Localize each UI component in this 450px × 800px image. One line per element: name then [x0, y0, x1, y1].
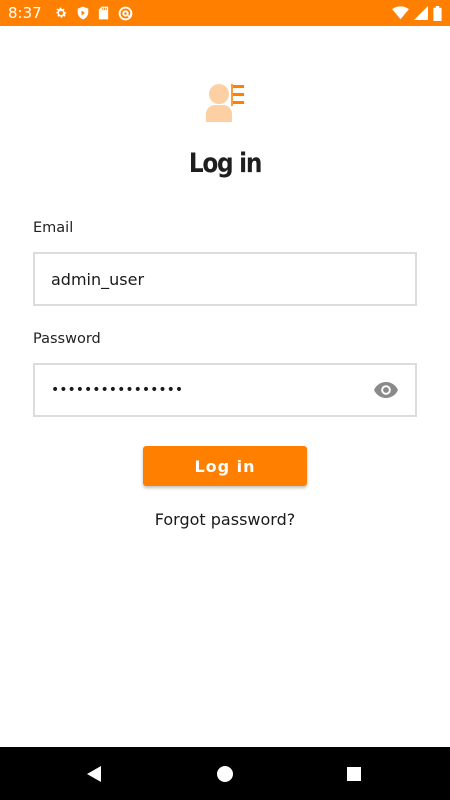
shield-icon: [77, 6, 89, 20]
login-button[interactable]: Log in: [143, 446, 307, 486]
user-list-logo-icon: [204, 82, 246, 122]
status-notification-icons: [54, 6, 133, 21]
forgot-password-link[interactable]: Forgot password?: [0, 510, 450, 529]
at-sign-icon: [118, 6, 133, 21]
email-input[interactable]: admin_user: [51, 270, 399, 289]
battery-icon: [433, 5, 442, 21]
settings-icon: [54, 6, 68, 20]
email-label: Email: [33, 220, 74, 236]
page-title: Log in: [188, 148, 263, 179]
sd-card-icon: [98, 6, 109, 20]
password-label: Password: [33, 331, 101, 347]
password-field[interactable]: ••••••••••••••••: [33, 363, 417, 417]
email-field[interactable]: admin_user: [33, 252, 417, 306]
recents-icon[interactable]: [324, 747, 384, 800]
status-time: 8:37: [8, 4, 42, 22]
signal-icon: [414, 6, 428, 20]
status-system-icons: [392, 5, 442, 21]
navigation-bar: [0, 747, 450, 800]
home-icon[interactable]: [195, 747, 255, 800]
eye-icon[interactable]: [373, 377, 399, 403]
password-input[interactable]: ••••••••••••••••: [51, 382, 373, 398]
login-screen: Log in Email admin_user Password •••••••…: [0, 26, 450, 747]
wifi-icon: [392, 6, 409, 20]
back-icon[interactable]: [64, 747, 124, 800]
status-bar: 8:37: [0, 0, 450, 26]
